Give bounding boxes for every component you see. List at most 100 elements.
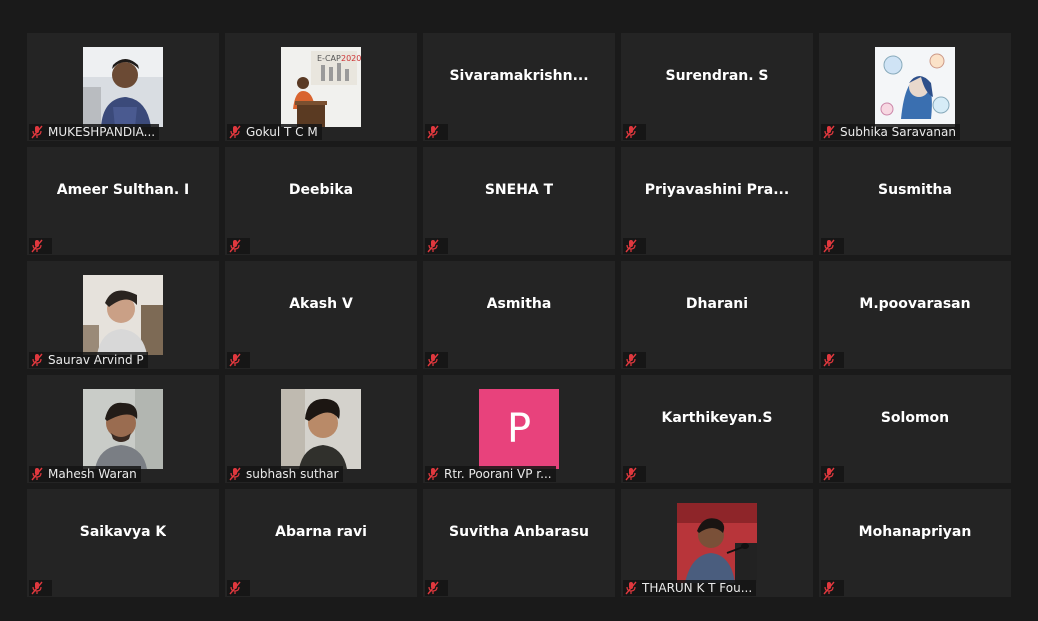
participant-tile[interactable]: M.poovarasan: [819, 261, 1011, 369]
participant-tile[interactable]: SNEHA T: [423, 147, 615, 255]
participant-name-label: [821, 466, 844, 482]
muted-mic-icon: [227, 124, 243, 140]
participant-tile[interactable]: Asmitha: [423, 261, 615, 369]
muted-mic-icon: [425, 580, 441, 596]
participant-name-label: subhash suthar: [227, 466, 343, 482]
participant-display-name: M.poovarasan: [859, 296, 971, 312]
participant-name-label: [227, 238, 250, 254]
participant-tile[interactable]: Ameer Sulthan. I: [27, 147, 219, 255]
participant-name-label: [227, 352, 250, 368]
participant-tile[interactable]: MUKESHPANDIA...: [27, 33, 219, 141]
participant-display-name: Asmitha: [486, 296, 552, 312]
participant-display-name: Ameer Sulthan. I: [56, 182, 190, 198]
muted-mic-icon: [227, 466, 243, 482]
participant-display-name: Karthikeyan.S: [661, 410, 773, 426]
participant-display-name: Dharani: [685, 296, 749, 312]
participant-name-label: [425, 238, 448, 254]
participant-name-label: THARUN K T Fou...: [623, 580, 757, 596]
muted-mic-icon: [425, 238, 441, 254]
participant-tile[interactable]: Subhika Saravanan: [819, 33, 1011, 141]
muted-mic-icon: [623, 466, 639, 482]
participant-display-name: Akash V: [289, 296, 353, 312]
participant-tile[interactable]: Susmitha: [819, 147, 1011, 255]
muted-mic-icon: [29, 352, 45, 368]
participant-photo: [281, 389, 361, 469]
muted-mic-icon: [29, 580, 45, 596]
participant-name-label: [227, 580, 250, 596]
participant-name-label: Mahesh Waran: [29, 466, 141, 482]
participant-photo: [83, 389, 163, 469]
participant-name-label: [821, 238, 844, 254]
muted-mic-icon: [821, 580, 837, 596]
participant-display-name: Abarna ravi: [275, 524, 367, 540]
participant-display-name: Solomon: [880, 410, 950, 426]
muted-mic-icon: [425, 466, 441, 482]
participant-name-label: [623, 238, 646, 254]
participant-tile[interactable]: Mahesh Waran: [27, 375, 219, 483]
muted-mic-icon: [425, 352, 441, 368]
participant-name-label: [29, 238, 52, 254]
participant-gallery: MUKESHPANDIA... E-CAP 2020 Gokul T C M Si…: [27, 33, 1011, 597]
participant-tile[interactable]: Deebika: [225, 147, 417, 255]
participant-photo: E-CAP 2020: [281, 47, 361, 127]
participant-tile[interactable]: Mohanapriyan: [819, 489, 1011, 597]
participant-tile[interactable]: Karthikeyan.S: [621, 375, 813, 483]
participant-display-name: Mohanapriyan: [858, 524, 972, 540]
muted-mic-icon: [821, 124, 837, 140]
muted-mic-icon: [227, 238, 243, 254]
participant-name-label: [425, 580, 448, 596]
muted-mic-icon: [821, 466, 837, 482]
svg-text:2020: 2020: [341, 54, 361, 63]
participant-tile[interactable]: Akash V: [225, 261, 417, 369]
participant-tile[interactable]: Saurav Arvind P: [27, 261, 219, 369]
participant-tile[interactable]: Priyavashini Pra...: [621, 147, 813, 255]
muted-mic-icon: [227, 580, 243, 596]
participant-name-label: [821, 352, 844, 368]
participant-tile[interactable]: E-CAP 2020 Gokul T C M: [225, 33, 417, 141]
participant-tile[interactable]: Suvitha Anbarasu: [423, 489, 615, 597]
participant-tile[interactable]: subhash suthar: [225, 375, 417, 483]
participant-name-label: [821, 580, 844, 596]
participant-name-label: [29, 580, 52, 596]
participant-name-label: [623, 466, 646, 482]
participant-display-name: Priyavashini Pra...: [644, 182, 790, 198]
participant-name-label: [425, 352, 448, 368]
muted-mic-icon: [623, 238, 639, 254]
participant-display-name: Sivaramakrishn...: [449, 68, 589, 84]
participant-name-label: [425, 124, 448, 140]
participant-display-name: Deebika: [288, 182, 354, 198]
muted-mic-icon: [29, 124, 45, 140]
muted-mic-icon: [623, 124, 639, 140]
participant-photo: [875, 47, 955, 127]
participant-tile[interactable]: Abarna ravi: [225, 489, 417, 597]
participant-photo: [677, 503, 757, 583]
participant-name-label: Saurav Arvind P: [29, 352, 148, 368]
participant-photo: [83, 47, 163, 127]
participant-tile[interactable]: THARUN K T Fou...: [621, 489, 813, 597]
participant-tile[interactable]: Surendran. S: [621, 33, 813, 141]
participant-name-label: [623, 124, 646, 140]
participant-photo: [83, 275, 163, 355]
participant-tile[interactable]: Solomon: [819, 375, 1011, 483]
participant-tile[interactable]: P Rtr. Poorani VP r...: [423, 375, 615, 483]
participant-name-label: MUKESHPANDIA...: [29, 124, 160, 140]
muted-mic-icon: [623, 352, 639, 368]
muted-mic-icon: [227, 352, 243, 368]
muted-mic-icon: [623, 580, 639, 596]
participant-tile[interactable]: Saikavya K: [27, 489, 219, 597]
participant-name-label: [623, 352, 646, 368]
participant-tile[interactable]: Dharani: [621, 261, 813, 369]
muted-mic-icon: [821, 352, 837, 368]
muted-mic-icon: [29, 466, 45, 482]
participant-display-name: Surendran. S: [665, 68, 769, 84]
participant-display-name: Saikavya K: [79, 524, 167, 540]
participant-name-label: Gokul T C M: [227, 124, 322, 140]
muted-mic-icon: [821, 238, 837, 254]
muted-mic-icon: [29, 238, 45, 254]
participant-display-name: Suvitha Anbarasu: [449, 524, 589, 540]
participant-name-label: Rtr. Poorani VP r...: [425, 466, 556, 482]
participant-display-name: SNEHA T: [484, 182, 554, 198]
svg-text:E-CAP: E-CAP: [317, 54, 341, 63]
participant-name-label: Subhika Saravanan: [821, 124, 960, 140]
participant-tile[interactable]: Sivaramakrishn...: [423, 33, 615, 141]
